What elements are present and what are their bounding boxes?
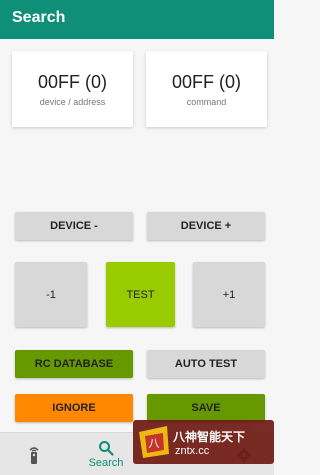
watermark-badge-icon: 八 (139, 426, 169, 458)
device-address-value: 00FF (0) (37, 72, 107, 92)
svg-text:八: 八 (149, 437, 160, 450)
auto-test-button[interactable]: AUTO TEST (147, 350, 265, 378)
app-bar-title: Search (12, 9, 66, 26)
minus-one-button[interactable]: -1 (15, 262, 87, 327)
nav-item-search[interactable]: Search (80, 433, 132, 475)
watermark-text: 八神智能天下 (173, 430, 246, 444)
watermark-url: zntx.cc (175, 445, 210, 457)
command-caption: command (186, 97, 227, 107)
save-button[interactable]: SAVE (147, 394, 265, 422)
app-bar: Search (0, 0, 274, 39)
test-button[interactable]: TEST (106, 262, 175, 327)
watermark-logo: 八 八神智能天下 zntx.cc (133, 420, 274, 464)
command-card: 00FF (0) command (146, 51, 267, 127)
plus-one-button[interactable]: +1 (193, 262, 265, 327)
command-value: 00FF (0) (171, 72, 241, 92)
device-plus-button[interactable]: DEVICE + (147, 212, 265, 240)
remote-icon (29, 446, 39, 464)
device-minus-button[interactable]: DEVICE - (15, 212, 133, 240)
ignore-button[interactable]: IGNORE (15, 394, 133, 422)
nav-item-remote[interactable] (14, 433, 54, 475)
rc-database-button[interactable]: RC DATABASE (15, 350, 133, 378)
search-icon (99, 441, 114, 456)
device-address-caption: device / address (39, 97, 106, 107)
nav-search-label: Search (88, 457, 124, 469)
device-address-card: 00FF (0) device / address (12, 51, 133, 127)
